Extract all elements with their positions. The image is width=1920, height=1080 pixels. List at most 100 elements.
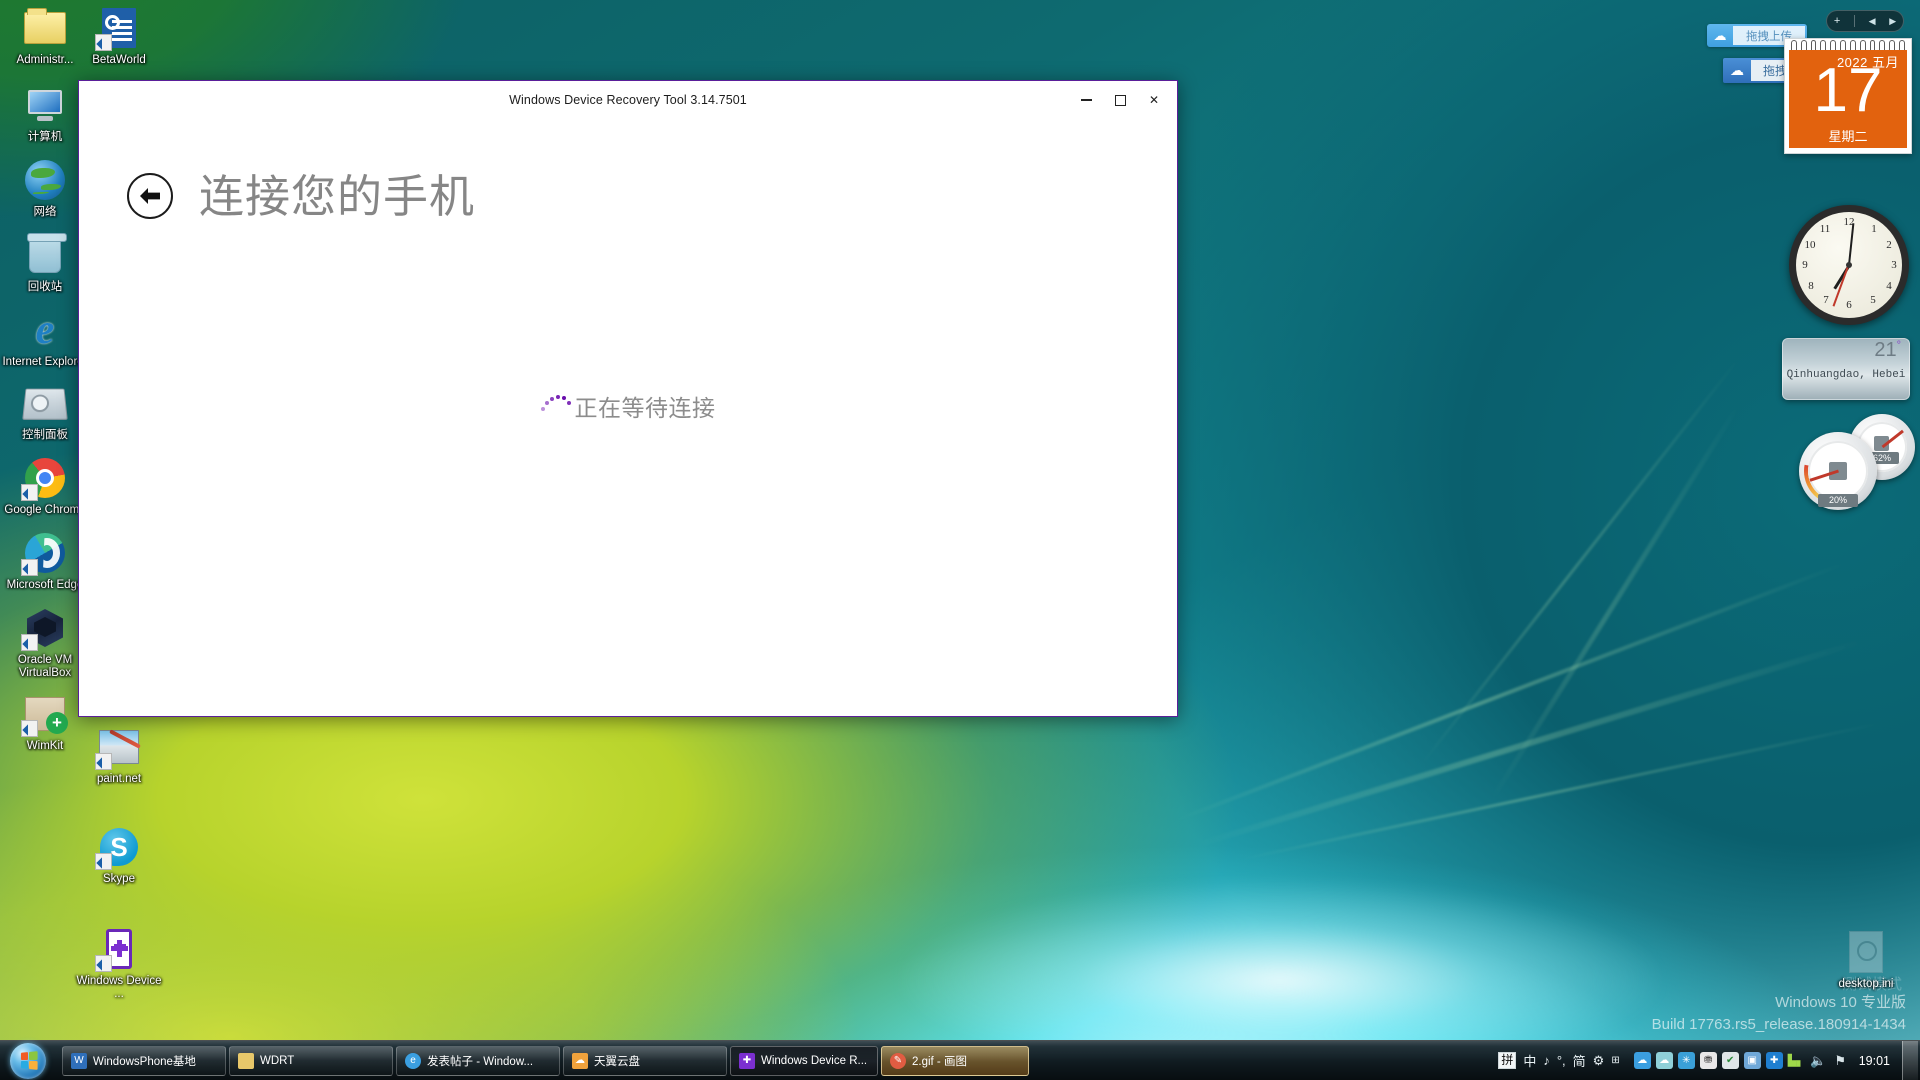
taskbar-button-windows-device-recovery-tool[interactable]: ✚ Windows Device R... bbox=[730, 1046, 878, 1076]
taskbar-button-tianyi-cloud[interactable]: ☁ 天翼云盘 bbox=[563, 1046, 727, 1076]
back-button[interactable] bbox=[127, 173, 173, 219]
clock-numeral: 6 bbox=[1842, 299, 1856, 311]
gadget-toolbar[interactable]: + ◀ ▶ bbox=[1826, 10, 1904, 32]
paintnet-icon bbox=[95, 723, 143, 771]
desktop-icon-network[interactable]: 网络 bbox=[2, 156, 88, 219]
taskbar-buttons: W WindowsPhone基地 WDRT e 发表帖子 - Window...… bbox=[62, 1046, 1029, 1076]
clock-minute-hand bbox=[1848, 223, 1854, 265]
desktop-icon-control-panel[interactable]: 控制面板 bbox=[2, 379, 88, 442]
status-text: 正在等待连接 bbox=[575, 389, 716, 423]
ime-mode-pinyin[interactable]: 拼 bbox=[1498, 1052, 1516, 1069]
betaworld-icon bbox=[95, 4, 143, 52]
desktop-icon-internet-explorer[interactable]: e Internet Explorer bbox=[2, 306, 88, 369]
windows-build-watermark: Windows 10 专业版 Build 17763.rs5_release.1… bbox=[1652, 992, 1906, 1036]
ie-icon: e bbox=[405, 1053, 421, 1069]
taskbar-button-label: WindowsPhone基地 bbox=[93, 1053, 196, 1069]
close-button[interactable]: ✕ bbox=[1137, 85, 1171, 115]
taskbar-button-browser-post[interactable]: e 发表帖子 - Window... bbox=[396, 1046, 560, 1076]
desktop-icon-label: BetaWorld bbox=[92, 54, 145, 67]
cloud-icon: ☁ bbox=[1723, 62, 1751, 79]
internet-explorer-icon: e bbox=[21, 306, 69, 354]
clock[interactable]: 19:01 bbox=[1855, 1054, 1900, 1068]
desktop-icon-recycle-bin[interactable]: 回收站 bbox=[2, 231, 88, 294]
taskbar-button-wdrt-folder[interactable]: WDRT bbox=[229, 1046, 393, 1076]
desktop-icon-microsoft-edge[interactable]: Microsoft Edge bbox=[2, 529, 88, 592]
taskbar-button-label: Windows Device R... bbox=[761, 1055, 867, 1067]
ime-simplified[interactable]: 简 bbox=[1573, 1051, 1586, 1070]
desktop-icon-label: Windows Device ... bbox=[76, 975, 162, 1001]
desktop-icon-computer[interactable]: 计算机 bbox=[2, 81, 88, 144]
calendar-spiral bbox=[1785, 39, 1911, 50]
desktop-icon-skype[interactable]: S Skype bbox=[76, 823, 162, 886]
desktop-icon-paintnet[interactable]: paint.net bbox=[76, 723, 162, 786]
maximize-button[interactable] bbox=[1103, 85, 1137, 115]
microsoft-edge-icon bbox=[21, 529, 69, 577]
window-titlebar[interactable]: Windows Device Recovery Tool 3.14.7501 ✕ bbox=[79, 81, 1177, 119]
maximize-icon bbox=[1115, 95, 1126, 106]
update-blocked-icon[interactable]: ✳ bbox=[1678, 1052, 1695, 1069]
desktop-icon-betaworld[interactable]: BetaWorld bbox=[76, 4, 162, 67]
clock-numeral: 4 bbox=[1882, 280, 1896, 292]
baidu-netdisk-icon[interactable]: ☁ bbox=[1634, 1052, 1651, 1069]
computer-icon bbox=[21, 81, 69, 129]
windows-device-recovery-tool-icon bbox=[95, 925, 143, 973]
network-signal-icon[interactable]: ▙▖ bbox=[1788, 1052, 1805, 1069]
watermark-edition: Windows 10 专业版 bbox=[1652, 992, 1906, 1014]
calendar-gadget[interactable]: 2022 五月 17 星期二 bbox=[1784, 38, 1912, 154]
taskbar-button-label: 2.gif - 画图 bbox=[912, 1053, 967, 1069]
gadget-next-button[interactable]: ▶ bbox=[1889, 16, 1896, 27]
volume-icon[interactable]: 🔈 bbox=[1810, 1052, 1827, 1069]
weather-gadget[interactable]: 21° Qinhuangdao, Hebei bbox=[1782, 338, 1910, 400]
taskbar-button-label: 天翼云盘 bbox=[594, 1053, 640, 1069]
wp-site-icon: W bbox=[71, 1053, 87, 1069]
clock-numeral: 5 bbox=[1866, 294, 1880, 306]
taskbar-button-windowsphone[interactable]: W WindowsPhone基地 bbox=[62, 1046, 226, 1076]
taskbar-button-paint[interactable]: ✎ 2.gif - 画图 bbox=[881, 1046, 1029, 1076]
gadget-add-button[interactable]: + bbox=[1834, 15, 1840, 27]
desktop-icon-label: paint.net bbox=[97, 773, 141, 786]
gear-icon[interactable]: ⚙ bbox=[1593, 1053, 1605, 1069]
show-desktop-button[interactable] bbox=[1902, 1041, 1918, 1080]
clock-gadget[interactable]: 12 1 2 3 4 5 6 7 8 9 10 11 bbox=[1789, 205, 1909, 325]
minimize-button[interactable] bbox=[1069, 85, 1103, 115]
resource-meter-gadget[interactable]: 62% 20% bbox=[1775, 412, 1915, 500]
ime-tone-icon[interactable]: ♪ bbox=[1543, 1053, 1550, 1068]
cloud-disk-icon: ☁ bbox=[572, 1053, 588, 1069]
desktop[interactable]: Administr... 计算机 网络 回收站 e Internet Explo… bbox=[0, 0, 1920, 1080]
desktop-icon-windows-device-recovery-tool[interactable]: Windows Device ... bbox=[76, 925, 162, 1001]
desktop-icon-google-chrome[interactable]: Google Chrome bbox=[2, 454, 88, 517]
wallpaper-ribbon bbox=[1419, 356, 1742, 768]
ime-punctuation-icon[interactable]: °, bbox=[1557, 1053, 1566, 1068]
ime-indicator[interactable]: 拼 中 ♪ °, 简 ⚙ ⊞ bbox=[1490, 1048, 1627, 1074]
clock-numeral: 7 bbox=[1819, 294, 1833, 306]
bluetooth-icon[interactable]: ✚ bbox=[1766, 1052, 1783, 1069]
desktop-icon-label: 计算机 bbox=[28, 131, 63, 144]
windows-device-recovery-tool-window[interactable]: Windows Device Recovery Tool 3.14.7501 ✕ bbox=[78, 80, 1178, 717]
cloud-upload-icon: ☁ bbox=[1707, 28, 1733, 44]
shield-ok-icon[interactable]: ✔ bbox=[1722, 1052, 1739, 1069]
tianyi-cloud-icon[interactable]: ☁ bbox=[1656, 1052, 1673, 1069]
action-center-icon[interactable]: ⚑ bbox=[1832, 1052, 1849, 1069]
window-caption-buttons: ✕ bbox=[1069, 81, 1171, 119]
display-icon[interactable]: ▣ bbox=[1744, 1052, 1761, 1069]
cpu-meter[interactable]: 20% bbox=[1799, 432, 1877, 510]
google-chrome-icon bbox=[21, 454, 69, 502]
security-alert-icon[interactable]: ⛃ bbox=[1700, 1052, 1717, 1069]
desktop-icon-column-2: BetaWorld bbox=[76, 4, 162, 77]
calendar-weekday: 星期二 bbox=[1789, 126, 1907, 145]
folder-icon bbox=[21, 4, 69, 52]
gadget-prev-button[interactable]: ◀ bbox=[1869, 16, 1876, 27]
calendar-sheet: 2022 五月 17 星期二 bbox=[1789, 50, 1907, 148]
ime-language[interactable]: 中 bbox=[1523, 1051, 1536, 1070]
page-title: 连接您的手机 bbox=[199, 174, 475, 219]
close-icon: ✕ bbox=[1149, 93, 1159, 107]
keyboard-icon[interactable]: ⊞ bbox=[1611, 1055, 1619, 1066]
desktop-icon-column-1: Administr... 计算机 网络 回收站 e Internet Explo… bbox=[2, 4, 88, 763]
desktop-icon-oracle-vm-virtualbox[interactable]: Oracle VM VirtualBox bbox=[2, 604, 88, 680]
start-button[interactable] bbox=[2, 1042, 54, 1080]
taskbar[interactable]: W WindowsPhone基地 WDRT e 发表帖子 - Window...… bbox=[0, 1040, 1920, 1080]
desktop-icon-label: Internet Explorer bbox=[2, 356, 87, 369]
desktop-icon-label: Skype bbox=[103, 873, 135, 886]
desktop-icon-label: 回收站 bbox=[28, 281, 63, 294]
clock-numeral: 11 bbox=[1818, 223, 1832, 235]
